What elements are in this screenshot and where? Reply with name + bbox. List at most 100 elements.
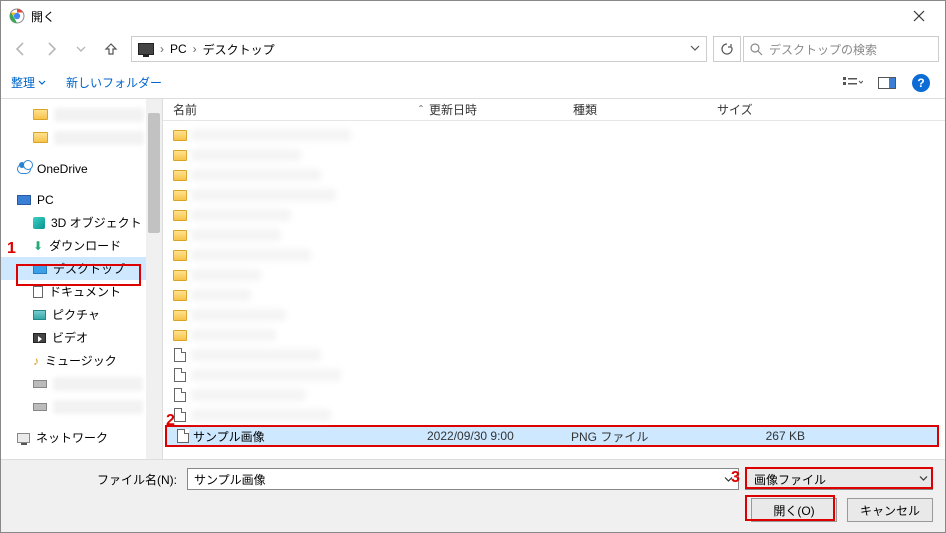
music-icon: ♪ <box>33 354 39 368</box>
redacted-name <box>191 389 306 401</box>
list-item[interactable] <box>163 245 945 265</box>
redacted-name <box>191 229 281 241</box>
list-item[interactable] <box>163 385 945 405</box>
list-item[interactable] <box>163 185 945 205</box>
list-item[interactable] <box>163 265 945 285</box>
filename-history-dropdown[interactable] <box>720 471 736 487</box>
up-button[interactable] <box>97 35 125 63</box>
tree-scrollbar[interactable] <box>146 99 162 459</box>
tree-item-videos[interactable]: ビデオ <box>1 326 162 349</box>
help-icon: ? <box>912 74 930 92</box>
redacted-label <box>54 131 144 145</box>
filename-input[interactable]: サンプル画像 <box>187 468 739 490</box>
list-item[interactable] <box>163 165 945 185</box>
search-input[interactable]: デスクトップの検索 <box>743 36 939 62</box>
tree-item-documents[interactable]: ドキュメント <box>1 280 162 303</box>
tree-item-3d-objects[interactable]: 3D オブジェクト <box>1 211 162 234</box>
folder-icon <box>173 310 187 321</box>
list-item[interactable] <box>163 205 945 225</box>
list-item[interactable] <box>163 125 945 145</box>
tree-item-network[interactable]: ネットワーク <box>1 426 162 449</box>
redacted-name <box>191 209 291 221</box>
drive-icon <box>33 403 47 411</box>
drive-icon <box>33 380 47 388</box>
col-date[interactable]: 更新日時 <box>429 101 573 118</box>
organize-label: 整理 <box>11 74 35 91</box>
list-item[interactable] <box>163 325 945 345</box>
list-item[interactable] <box>163 365 945 385</box>
close-button[interactable] <box>901 2 937 30</box>
file-list[interactable]: サンプル画像 2022/09/30 9:00 PNG ファイル 267 KB <box>163 121 945 459</box>
chevron-right-icon: › <box>160 42 164 56</box>
col-size[interactable]: サイズ <box>717 101 837 118</box>
list-item[interactable] <box>163 225 945 245</box>
window-title: 開く <box>31 8 55 25</box>
open-button[interactable]: 開く(O) <box>751 498 837 522</box>
list-item[interactable] <box>163 285 945 305</box>
redacted-name <box>191 329 276 341</box>
titlebar: 開く <box>1 1 945 31</box>
folder-icon <box>173 190 187 201</box>
redacted-name <box>191 149 301 161</box>
tree-item-pc[interactable]: PC <box>1 188 162 211</box>
redacted-label <box>53 377 143 391</box>
search-icon <box>750 43 763 56</box>
view-options-button[interactable] <box>839 71 867 95</box>
file-pane: 名前ˆ 更新日時 種類 サイズ <box>163 99 945 459</box>
file-size: 267 KB <box>715 429 835 443</box>
list-item[interactable] <box>163 305 945 325</box>
refresh-button[interactable] <box>713 36 741 62</box>
redacted-label <box>54 108 144 122</box>
new-folder-button[interactable]: 新しいフォルダー <box>66 74 162 91</box>
address-bar[interactable]: › PC › デスクトップ <box>131 36 707 62</box>
col-name[interactable]: 名前ˆ <box>173 101 429 118</box>
redacted-name <box>191 309 286 321</box>
file-type-combo[interactable]: 画像ファイル <box>745 468 933 490</box>
image-file-icon <box>177 429 189 443</box>
folder-tree[interactable]: OneDrive PC 3D オブジェクト ⬇ダウンロード デスクトップ ドキュ… <box>1 99 163 459</box>
open-dialog: 開く › PC › デスクトップ デスクトップの検索 <box>0 0 946 533</box>
preview-pane-button[interactable] <box>873 71 901 95</box>
col-type[interactable]: 種類 <box>573 101 717 118</box>
tree-item-music[interactable]: ♪ミュージック <box>1 349 162 372</box>
organize-menu[interactable]: 整理 <box>11 74 46 91</box>
nav-bar: › PC › デスクトップ デスクトップの検索 <box>1 31 945 67</box>
back-button[interactable] <box>7 35 35 63</box>
redacted-name <box>191 249 311 261</box>
crumb-desktop[interactable]: デスクトップ <box>203 41 275 58</box>
redacted-name <box>191 409 331 421</box>
tree-item-onedrive[interactable]: OneDrive <box>1 157 162 180</box>
file-date: 2022/09/30 9:00 <box>427 429 571 443</box>
network-icon <box>17 433 30 443</box>
list-item[interactable] <box>163 405 945 425</box>
recent-dropdown[interactable] <box>67 35 95 63</box>
help-button[interactable]: ? <box>907 71 935 95</box>
tree-item[interactable] <box>1 372 162 395</box>
folder-icon <box>173 130 187 141</box>
address-dropdown[interactable] <box>690 42 700 56</box>
redacted-name <box>191 349 321 361</box>
toolbar: 整理 新しいフォルダー ? <box>1 67 945 99</box>
folder-icon <box>173 270 187 281</box>
tree-item[interactable] <box>1 126 162 149</box>
chevron-down-icon <box>919 472 928 486</box>
list-item[interactable] <box>163 145 945 165</box>
scroll-thumb[interactable] <box>148 113 160 233</box>
pc-icon <box>17 195 31 205</box>
tree-item-desktop[interactable]: デスクトップ <box>1 257 162 280</box>
tree-item-downloads[interactable]: ⬇ダウンロード <box>1 234 162 257</box>
file-type-value: 画像ファイル <box>754 471 826 488</box>
crumb-pc[interactable]: PC <box>170 42 187 56</box>
redacted-name <box>191 269 261 281</box>
image-file-icon <box>174 348 186 362</box>
chevron-down-icon <box>38 79 46 87</box>
tree-item[interactable] <box>1 395 162 418</box>
tree-item[interactable] <box>1 103 162 126</box>
video-icon <box>33 333 46 343</box>
forward-button[interactable] <box>37 35 65 63</box>
cancel-button[interactable]: キャンセル <box>847 498 933 522</box>
tree-item-pictures[interactable]: ピクチャ <box>1 303 162 326</box>
list-item[interactable] <box>163 345 945 365</box>
chrome-icon <box>9 8 25 24</box>
list-item-selected[interactable]: サンプル画像 2022/09/30 9:00 PNG ファイル 267 KB <box>165 425 939 447</box>
